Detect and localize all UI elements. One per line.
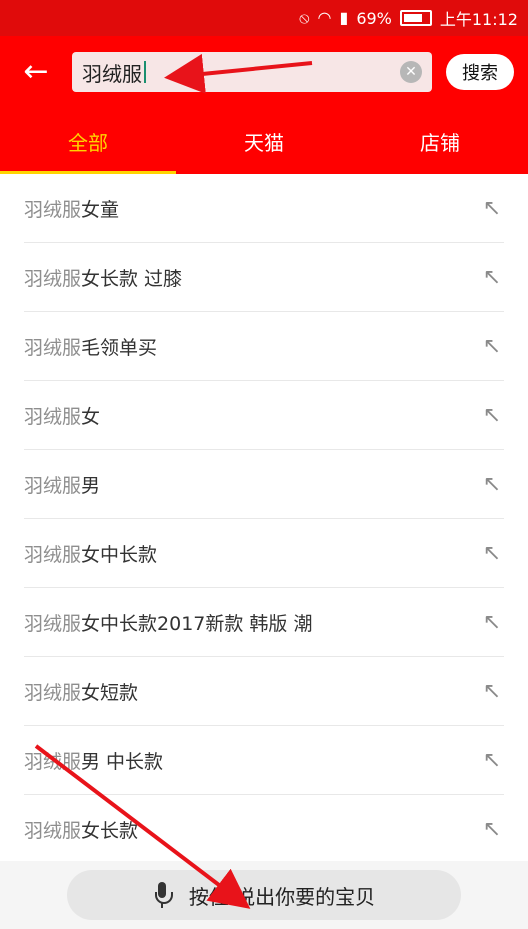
list-item[interactable]: 羽绒服女长款 ↖ (24, 795, 504, 863)
suggestion-text: 羽绒服女中长款 (24, 543, 158, 566)
list-item[interactable]: 羽绒服女长款 过膝 ↖ (24, 243, 504, 312)
text-cursor (144, 61, 146, 83)
suggestion-text: 羽绒服女中长款2017新款 韩版 潮 (24, 612, 313, 635)
fill-query-arrow-icon[interactable]: ↖ (480, 748, 504, 773)
back-button[interactable]: ← (14, 57, 58, 87)
suggestion-text: 羽绒服女长款 过膝 (24, 267, 183, 290)
signal-icon: ▮ (339, 8, 349, 27)
battery-icon (399, 10, 432, 26)
list-item[interactable]: 羽绒服毛领单买 ↖ (24, 312, 504, 381)
battery-level: 69% (356, 8, 392, 28)
tab-tmall[interactable]: 天猫 (176, 108, 352, 174)
voice-search-button[interactable]: 按住 说出你要的宝贝 (67, 870, 461, 920)
search-header: ← 羽绒服 ✕ 搜索 (0, 36, 528, 108)
suggestion-text: 羽绒服男 (24, 474, 101, 497)
fill-query-arrow-icon[interactable]: ↖ (480, 403, 504, 428)
list-item[interactable]: 羽绒服男 ↖ (24, 450, 504, 519)
search-button[interactable]: 搜索 (446, 54, 514, 90)
do-not-disturb-icon: ⦸ (299, 8, 310, 27)
wifi-icon: ◠ (317, 8, 332, 27)
list-item[interactable]: 羽绒服女中长款2017新款 韩版 潮 ↖ (24, 588, 504, 657)
fill-query-arrow-icon[interactable]: ↖ (480, 817, 504, 842)
microphone-icon (153, 882, 173, 908)
tab-all[interactable]: 全部 (0, 108, 176, 174)
fill-query-arrow-icon[interactable]: ↖ (480, 196, 504, 221)
fill-query-arrow-icon[interactable]: ↖ (480, 610, 504, 635)
clear-icon[interactable]: ✕ (400, 61, 422, 83)
tab-bar: 全部 天猫 店铺 (0, 108, 528, 174)
suggestion-list: 羽绒服女童 ↖ 羽绒服女长款 过膝 ↖ 羽绒服毛领单买 ↖ 羽绒服女 ↖ 羽绒服… (0, 174, 528, 863)
list-item[interactable]: 羽绒服女 ↖ (24, 381, 504, 450)
list-item[interactable]: 羽绒服女短款 ↖ (24, 657, 504, 726)
suggestion-text: 羽绒服女短款 (24, 681, 139, 704)
suggestion-text: 羽绒服女 (24, 405, 101, 428)
suggestion-text: 羽绒服女长款 (24, 819, 139, 842)
arrow-left-icon: ← (23, 54, 49, 89)
fill-query-arrow-icon[interactable]: ↖ (480, 679, 504, 704)
fill-query-arrow-icon[interactable]: ↖ (480, 472, 504, 497)
clock-time: 上午11:12 (439, 10, 518, 29)
fill-query-arrow-icon[interactable]: ↖ (480, 334, 504, 359)
list-item[interactable]: 羽绒服女童 ↖ (24, 174, 504, 243)
suggestion-text: 羽绒服女童 (24, 198, 120, 221)
voice-search-label: 按住 说出你要的宝贝 (188, 884, 376, 909)
fill-query-arrow-icon[interactable]: ↖ (480, 265, 504, 290)
search-input[interactable]: 羽绒服 ✕ (72, 52, 432, 92)
status-bar: ⦸ ◠ ▮ 69% 上午11:12 (0, 0, 528, 36)
tab-shop[interactable]: 店铺 (352, 108, 528, 174)
suggestion-text: 羽绒服男 中长款 (24, 750, 164, 773)
voice-search-area: 按住 说出你要的宝贝 (0, 861, 528, 929)
list-item[interactable]: 羽绒服女中长款 ↖ (24, 519, 504, 588)
suggestion-text: 羽绒服毛领单买 (24, 336, 158, 359)
list-item[interactable]: 羽绒服男 中长款 ↖ (24, 726, 504, 795)
fill-query-arrow-icon[interactable]: ↖ (480, 541, 504, 566)
search-input-text: 羽绒服 (82, 61, 142, 86)
